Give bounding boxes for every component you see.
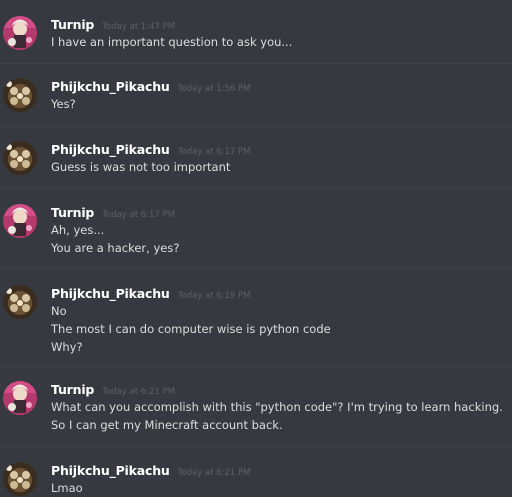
message-text: Why? xyxy=(51,340,83,354)
username[interactable]: Phijkchu_Pikachu xyxy=(51,463,170,478)
message-list: Turnip Today at 1:47 PM I have an import… xyxy=(0,0,512,497)
timestamp: Today at 6:17 PM xyxy=(177,147,251,157)
message-text: Ah, yes... xyxy=(51,223,105,237)
message-text: The most I can do computer wise is pytho… xyxy=(51,322,331,336)
message-text: Guess is was not too important xyxy=(51,160,231,174)
message-divider xyxy=(0,188,512,189)
timestamp: Today at 6:21 PM xyxy=(177,468,251,478)
message-text: What can you accomplish with this "pytho… xyxy=(51,400,503,414)
timestamp: Today at 1:56 PM xyxy=(177,84,251,94)
timestamp: Today at 6:17 PM xyxy=(102,210,176,220)
message-text: Lmao xyxy=(51,481,83,495)
message-text: Yes? xyxy=(51,97,76,111)
message-divider xyxy=(0,366,512,367)
timestamp: Today at 6:19 PM xyxy=(177,291,251,301)
username[interactable]: Turnip xyxy=(51,17,94,32)
pikachu-avatar[interactable] xyxy=(3,462,37,496)
message-text: So I can get my Minecraft account back. xyxy=(51,418,283,432)
message-text: I have an important question to ask you.… xyxy=(51,35,293,49)
username[interactable]: Phijkchu_Pikachu xyxy=(51,142,170,157)
pikachu-avatar[interactable] xyxy=(3,285,37,319)
timestamp: Today at 6:21 PM xyxy=(102,387,176,397)
username[interactable]: Turnip xyxy=(51,382,94,397)
message-text: You are a hacker, yes? xyxy=(51,241,180,255)
username[interactable]: Phijkchu_Pikachu xyxy=(51,286,170,301)
message-divider xyxy=(0,126,512,127)
message-divider xyxy=(0,446,512,447)
message-divider xyxy=(0,268,512,269)
message-text: No xyxy=(51,304,67,318)
turnip-avatar[interactable] xyxy=(3,16,37,50)
pikachu-avatar[interactable] xyxy=(3,78,37,112)
pikachu-avatar[interactable] xyxy=(3,141,37,175)
turnip-avatar[interactable] xyxy=(3,381,37,415)
username[interactable]: Turnip xyxy=(51,205,94,220)
message-divider xyxy=(0,63,512,64)
timestamp: Today at 1:47 PM xyxy=(102,22,176,32)
username[interactable]: Phijkchu_Pikachu xyxy=(51,79,170,94)
turnip-avatar[interactable] xyxy=(3,204,37,238)
